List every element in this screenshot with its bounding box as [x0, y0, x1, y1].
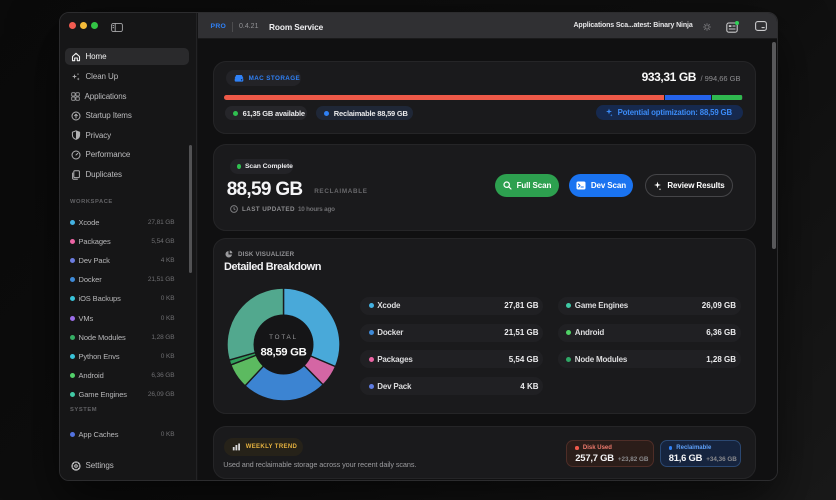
svg-text:88,59 GB: 88,59 GB [261, 346, 307, 358]
svg-text:TOTAL: TOTAL [269, 334, 298, 341]
